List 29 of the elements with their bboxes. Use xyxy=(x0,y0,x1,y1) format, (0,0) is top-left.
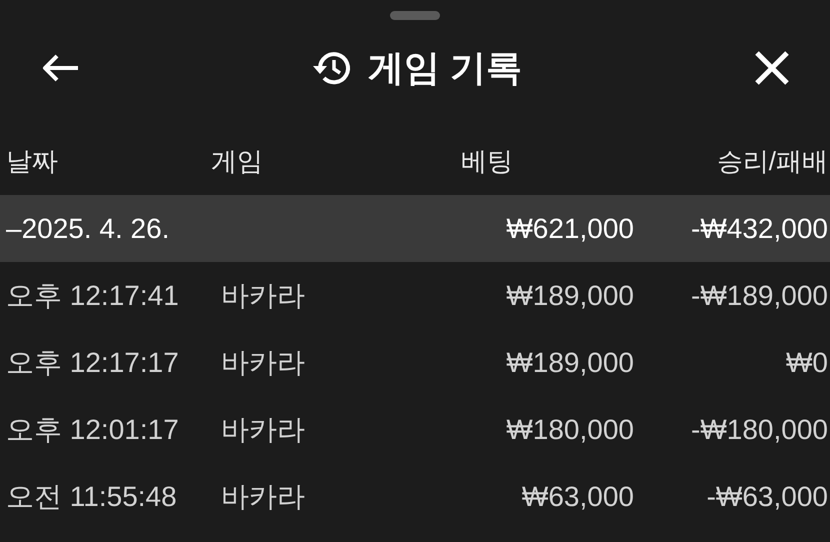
bet-total: ₩621,000 xyxy=(506,212,634,246)
drag-handle[interactable] xyxy=(390,11,440,20)
game-cell-text: 바카라 xyxy=(220,412,306,446)
back-button[interactable] xyxy=(40,52,80,82)
time-cell-text: 오후 12:17:17 xyxy=(6,346,180,380)
column-header: 날짜 xyxy=(6,145,59,178)
column-header: 게임 xyxy=(211,145,264,178)
result-cell-text: -₩63,000 xyxy=(706,480,828,514)
result-cell-text: -₩189,000 xyxy=(691,278,828,312)
result-total: -₩432,000 xyxy=(691,212,828,246)
game-cell-text: 바카라 xyxy=(220,480,306,514)
date-text: –2025. 4. 26. xyxy=(6,212,170,246)
time-cell-text: 오후 12:17:41 xyxy=(6,278,180,312)
game-cell-text: 바카라 xyxy=(220,278,306,312)
column-header: 베팅 xyxy=(461,145,514,178)
bet-cell-text: ₩180,000 xyxy=(506,412,634,446)
result-cell-text: -₩180,000 xyxy=(691,412,828,446)
bet-cell-text: ₩189,000 xyxy=(506,278,634,312)
time-cell-text: 오전 11:55:48 xyxy=(6,480,178,514)
close-button[interactable] xyxy=(754,50,790,86)
result-cell-text: ₩0 xyxy=(786,346,828,380)
game-cell-text: 바카라 xyxy=(220,346,306,380)
column-header: 승리/패배 xyxy=(716,145,828,178)
bet-cell-text: ₩189,000 xyxy=(506,346,634,380)
date-group-row[interactable]: –2025. 4. 26. ₩621,000 -₩432,000 xyxy=(0,195,830,262)
screen-title: 게임 기록 xyxy=(368,46,522,90)
time-cell-text: 오후 12:01:17 xyxy=(6,412,180,446)
bet-cell-text: ₩63,000 xyxy=(522,480,634,514)
history-icon xyxy=(312,50,352,86)
